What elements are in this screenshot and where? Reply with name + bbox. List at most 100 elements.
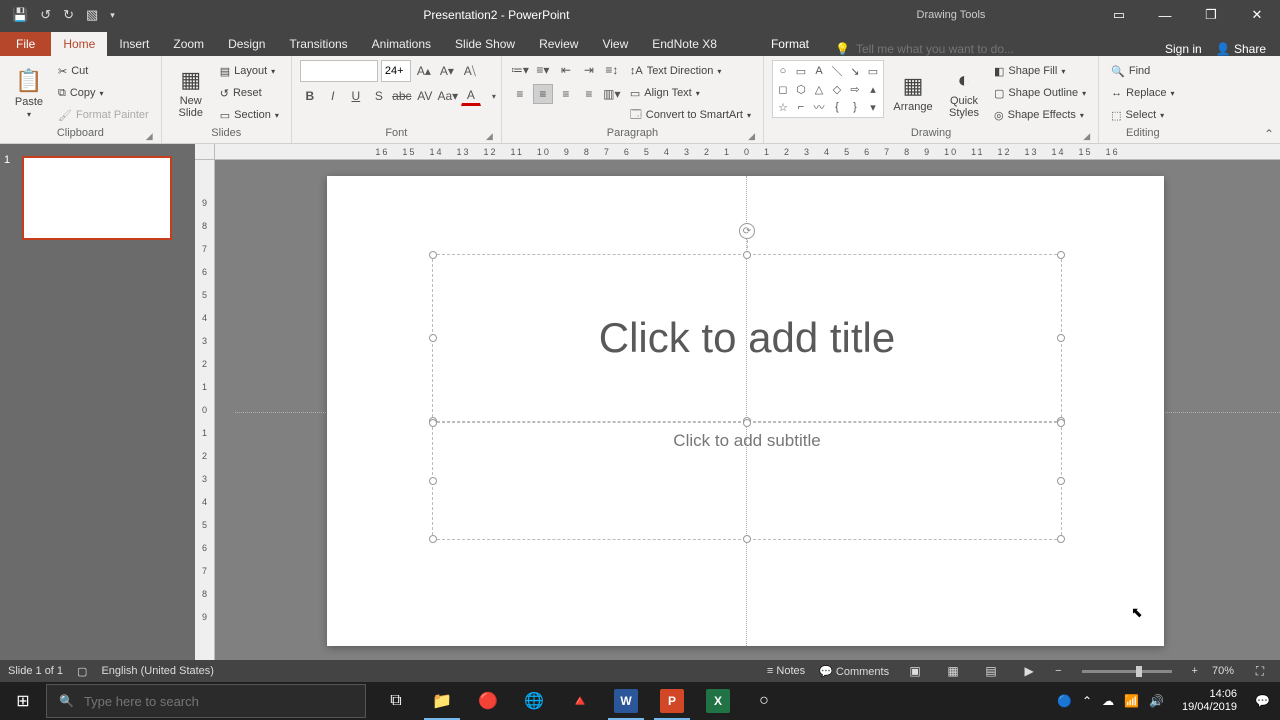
font-name-input[interactable] [300,60,378,82]
convert-smartart-button[interactable]: 🗔Convert to SmartArt ▾ [626,105,755,125]
section-button[interactable]: ▭Section ▾ [216,105,283,125]
app-powerpoint[interactable]: P [650,682,694,720]
zoom-out-button[interactable]: − [1055,665,1061,677]
underline-button[interactable]: U [346,86,366,106]
tab-zoom[interactable]: Zoom [161,32,216,56]
app-chrome[interactable]: 🌐 [512,682,556,720]
taskbar-search[interactable]: 🔍 [46,684,366,718]
tab-slideshow[interactable]: Slide Show [443,32,527,56]
bullets-button[interactable]: ≔▾ [510,60,530,80]
reset-button[interactable]: ↺Reset [216,83,283,103]
start-from-beginning-icon[interactable]: ▧ [86,7,98,23]
zoom-in-button[interactable]: + [1192,665,1198,677]
qat-customize-icon[interactable]: ▾ [110,10,115,21]
ruler-vertical[interactable]: 9876543210123456789 [195,160,215,660]
comments-button[interactable]: 💬 Comments [819,665,889,678]
slide-thumbnail-1[interactable]: 1 [12,156,183,240]
taskbar-search-input[interactable] [84,694,353,709]
app-excel[interactable]: X [696,682,740,720]
reading-view-button[interactable]: ▤ [979,662,1003,680]
close-button[interactable]: ✕ [1234,0,1280,30]
shape-line-icon[interactable]: ＼ [829,63,845,79]
app-word[interactable]: W [604,682,648,720]
dialog-launcher-icon[interactable]: ◢ [748,131,755,142]
resize-handle[interactable] [429,535,437,543]
slide-thumbnail-panel[interactable]: 1 [0,144,195,660]
shape-rect2-icon[interactable]: ▭ [865,63,881,79]
tray-onedrive-icon[interactable]: ☁ [1102,694,1114,708]
taskbar-clock[interactable]: 14:06 19/04/2019 [1174,688,1245,714]
shape-brace2-icon[interactable]: } [847,99,863,115]
format-painter-button[interactable]: 🖌Format Painter [54,105,153,125]
tab-review[interactable]: Review [527,32,590,56]
resize-handle[interactable] [1057,477,1065,485]
canvas[interactable]: ⟳ Click to add title [215,160,1280,660]
increase-indent-button[interactable]: ⇥ [579,60,599,80]
align-center-button[interactable]: ≡ [533,84,553,104]
shape-diamond-icon[interactable]: ◇ [829,81,845,97]
replace-button[interactable]: ↔Replace ▾ [1107,83,1178,103]
align-left-button[interactable]: ≡ [510,84,530,104]
resize-handle[interactable] [743,251,751,259]
decrease-indent-button[interactable]: ⇤ [556,60,576,80]
shape-effects-button[interactable]: ◎Shape Effects ▾ [990,105,1090,125]
zoom-thumb[interactable] [1136,666,1142,677]
maximize-button[interactable]: ❐ [1188,0,1234,30]
justify-button[interactable]: ≡ [579,84,599,104]
tray-arrow-icon[interactable]: ⌃ [1082,694,1092,708]
shape-hexagon-icon[interactable]: ⬡ [793,81,809,97]
text-direction-button[interactable]: ↕AText Direction ▾ [626,61,755,81]
find-button[interactable]: 🔍Find [1107,61,1178,81]
spellcheck-icon[interactable]: ▢ [77,665,87,678]
fit-to-window-button[interactable]: ⛶ [1248,662,1272,680]
tellme-input[interactable] [856,42,1056,56]
resize-handle[interactable] [1057,334,1065,342]
zoom-level[interactable]: 70% [1212,665,1234,677]
shapes-gallery[interactable]: ○▭A＼↘▭ ◻⬡△◇⇨▴ ☆⌐〰{}▾ [772,60,884,118]
resize-handle[interactable] [1057,535,1065,543]
tray-wifi-icon[interactable]: 📶 [1124,694,1139,708]
language-label[interactable]: English (United States) [101,665,214,677]
subtitle-placeholder[interactable]: Click to add subtitle [432,422,1062,540]
select-button[interactable]: ⬚Select ▾ [1107,105,1178,125]
title-placeholder[interactable]: ⟳ Click to add title [432,254,1062,422]
new-slide-button[interactable]: ▦ New Slide [170,60,212,126]
font-color-button[interactable]: A [461,86,481,106]
start-button[interactable]: ⊞ [0,682,46,720]
shape-star-icon[interactable]: ☆ [775,99,791,115]
slide-sorter-button[interactable]: ▦ [941,662,965,680]
collapse-ribbon-icon[interactable]: ⌃ [1264,127,1274,141]
increase-font-icon[interactable]: A▴ [414,61,434,81]
tab-endnote[interactable]: EndNote X8 [640,32,729,56]
shape-arrow-line-icon[interactable]: ↘ [847,63,863,79]
tab-file[interactable]: File [0,32,51,56]
align-right-button[interactable]: ≡ [556,84,576,104]
shape-roundrect-icon[interactable]: ◻ [775,81,791,97]
resize-handle[interactable] [429,251,437,259]
slideshow-view-button[interactable]: ▶ [1017,662,1041,680]
resize-handle[interactable] [743,535,751,543]
strikethrough-button[interactable]: abc [392,86,412,106]
shape-triangle-icon[interactable]: △ [811,81,827,97]
arrange-button[interactable]: ▦ Arrange [888,60,938,126]
tab-animations[interactable]: Animations [360,32,443,56]
app-browser[interactable]: ○ [742,682,786,720]
change-case-button[interactable]: Aa▾ [438,86,458,106]
char-spacing-button[interactable]: AV [415,86,435,106]
notification-icon[interactable]: 💬 [1255,694,1270,708]
tab-insert[interactable]: Insert [107,32,161,56]
task-view-button[interactable]: ⧉ [374,682,418,720]
shape-rect-icon[interactable]: ▭ [793,63,809,79]
dialog-launcher-icon[interactable]: ◢ [1083,131,1090,142]
layout-button[interactable]: ▤Layout ▾ [216,61,283,81]
shadow-button[interactable]: S [369,86,389,106]
ruler-horizontal[interactable]: 1615141312111098765432101234567891011121… [215,144,1280,160]
app-mendeley[interactable]: 🔴 [466,682,510,720]
shape-elbow-icon[interactable]: ⌐ [793,99,809,115]
rotation-handle[interactable]: ⟳ [739,223,755,239]
dialog-launcher-icon[interactable]: ◢ [486,131,493,142]
columns-button[interactable]: ▥▾ [602,84,622,104]
minimize-button[interactable]: — [1142,0,1188,30]
shape-scroll-up-icon[interactable]: ▴ [865,81,881,97]
align-text-button[interactable]: ▭Align Text ▾ [626,83,755,103]
